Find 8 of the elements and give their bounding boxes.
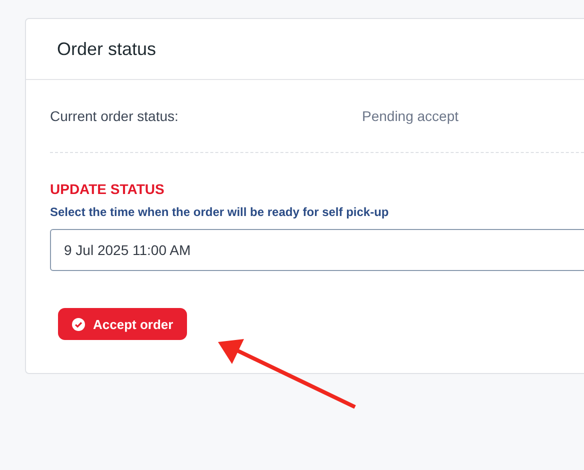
status-value: Pending accept	[362, 108, 459, 124]
time-field[interactable]: 9 Jul 2025 11:00 AM	[50, 229, 584, 271]
card-title: Order status	[57, 38, 156, 60]
check-circle-icon	[72, 318, 85, 330]
accept-order-button[interactable]: Accept order	[58, 308, 188, 340]
section-heading: UPDATE STATUS	[50, 181, 166, 197]
field-hint: Select the time when the order will be ready for self pick-up	[50, 205, 390, 219]
status-label: Current order status:	[50, 108, 180, 124]
